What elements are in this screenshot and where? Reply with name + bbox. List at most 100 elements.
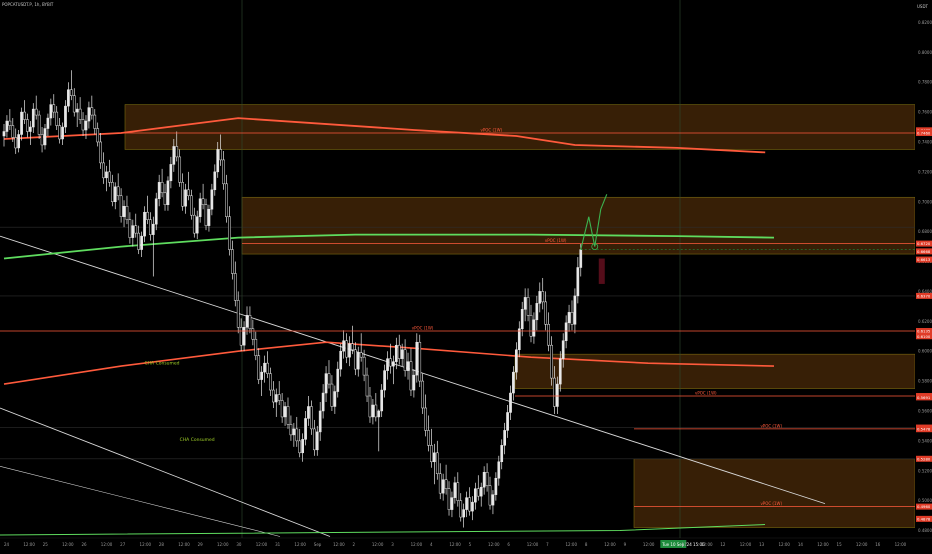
candle-body bbox=[14, 137, 18, 149]
candle-body bbox=[239, 327, 243, 346]
candle-body bbox=[99, 141, 102, 164]
candle-body bbox=[435, 452, 439, 474]
candle-body bbox=[52, 104, 56, 113]
candle-body bbox=[266, 362, 269, 374]
candle-body bbox=[336, 368, 340, 392]
candle-body bbox=[128, 219, 132, 238]
candle-body bbox=[149, 219, 152, 235]
candle-body bbox=[277, 394, 281, 401]
candle-body bbox=[298, 440, 302, 454]
candle-body bbox=[272, 389, 275, 403]
chart-area[interactable]: vPOC (1W) vPOC (1W) vPOC (1W) vPOC (1W) vPOC… bbox=[0, 0, 932, 550]
candle-body bbox=[515, 349, 518, 373]
y-tick-label: 0.7400 bbox=[918, 139, 932, 144]
candle-body bbox=[154, 198, 158, 225]
candle-body bbox=[312, 428, 316, 451]
candle-body bbox=[512, 371, 515, 394]
candle-body bbox=[64, 105, 67, 128]
candle-body bbox=[310, 406, 313, 430]
price-badge-label: 0.5691 bbox=[917, 395, 931, 400]
candle-body bbox=[392, 361, 395, 367]
candle-body bbox=[474, 488, 477, 503]
candle-body bbox=[134, 225, 138, 234]
candle-body bbox=[383, 370, 386, 391]
candle-body bbox=[362, 356, 366, 376]
symbol-header[interactable]: POPCATUSDT.P, 1h, BYBIT bbox=[2, 2, 53, 7]
candle-body bbox=[315, 431, 319, 451]
y-tick-label: 0.5800 bbox=[918, 379, 932, 384]
candle-body bbox=[190, 195, 193, 216]
candle-body bbox=[257, 355, 261, 380]
candle-body bbox=[544, 301, 547, 325]
candle-body bbox=[131, 225, 135, 238]
candle-body bbox=[330, 383, 334, 407]
candle-body bbox=[96, 128, 100, 143]
candle-body bbox=[231, 249, 234, 274]
y-tick-label: 0.6200 bbox=[918, 319, 932, 324]
candle-body bbox=[558, 358, 562, 385]
candle-body bbox=[441, 479, 445, 494]
x-tick-label: 7 bbox=[546, 542, 549, 547]
candle-body bbox=[108, 171, 111, 183]
candle-body bbox=[11, 125, 15, 138]
candle-body bbox=[541, 291, 545, 303]
candle-body bbox=[538, 291, 542, 304]
candlestick-chart[interactable]: vPOC (1W) vPOC (1W) vPOC (1W) vPOC (1W) vPOC… bbox=[0, 0, 932, 550]
candle-body bbox=[427, 430, 430, 446]
y-tick-label: 0.7200 bbox=[918, 169, 932, 174]
candle-body bbox=[84, 120, 88, 131]
candle-body bbox=[160, 182, 164, 194]
candle-body bbox=[61, 126, 64, 140]
candle-body bbox=[233, 273, 237, 301]
stop-zone bbox=[598, 258, 605, 284]
zone-box bbox=[241, 196, 916, 255]
x-tick-label: 12:00 bbox=[333, 542, 345, 547]
candle-body bbox=[295, 428, 299, 442]
x-tick-label: 30 bbox=[236, 542, 242, 547]
candle-body bbox=[450, 497, 454, 510]
candle-body bbox=[81, 119, 85, 131]
candle-body bbox=[479, 486, 483, 497]
vpoc-label: vPOC (1W) bbox=[412, 326, 434, 331]
x-tick-label: 8 bbox=[585, 542, 588, 547]
candle-body bbox=[157, 182, 161, 200]
zone-box bbox=[124, 104, 916, 150]
candle-body bbox=[453, 482, 457, 498]
price-badge-label: 0.6100 bbox=[917, 334, 931, 339]
candle-body bbox=[351, 343, 354, 350]
candle-body bbox=[46, 117, 50, 129]
candle-body bbox=[389, 358, 392, 367]
time-axis[interactable]: 24 12:00 25 12:00 26 12:00 27 12:00 28 12:00 29 12:… bbox=[0, 537, 932, 550]
candle-body bbox=[424, 407, 427, 431]
currency-label: USDT bbox=[917, 4, 928, 9]
candle-body bbox=[254, 338, 258, 356]
candle-body bbox=[421, 380, 425, 409]
candle-body bbox=[102, 162, 105, 179]
candle-body bbox=[403, 349, 407, 371]
x-tick-label: 25 bbox=[43, 542, 49, 547]
x-tick-label: 31 bbox=[275, 542, 281, 547]
candle-body bbox=[251, 328, 255, 340]
candle-body bbox=[500, 445, 504, 463]
candle-body bbox=[245, 315, 249, 328]
candle-body bbox=[146, 211, 149, 220]
candle-body bbox=[292, 428, 296, 436]
candle-body bbox=[110, 182, 114, 202]
candle-body bbox=[34, 108, 38, 116]
candle-body bbox=[318, 410, 322, 433]
price-badge-label: 0.6370 bbox=[917, 293, 931, 298]
x-tick-label: 16 bbox=[875, 542, 881, 547]
candle-body bbox=[260, 371, 263, 380]
candle-body bbox=[561, 340, 565, 359]
x-tick-label: 26 bbox=[81, 542, 87, 547]
candle-body bbox=[494, 477, 498, 495]
y-tick-label: 0.7800 bbox=[918, 80, 932, 85]
x-tick-label: 12:00 bbox=[565, 542, 577, 547]
x-tick-label: 12:00 bbox=[140, 542, 152, 547]
candle-body bbox=[503, 430, 506, 446]
candle-body bbox=[409, 361, 413, 391]
candle-body bbox=[105, 171, 108, 179]
price-badge-label: 0.6720 bbox=[917, 241, 931, 246]
candle-body bbox=[488, 485, 492, 506]
x-tick-label: 12:00 bbox=[23, 542, 35, 547]
